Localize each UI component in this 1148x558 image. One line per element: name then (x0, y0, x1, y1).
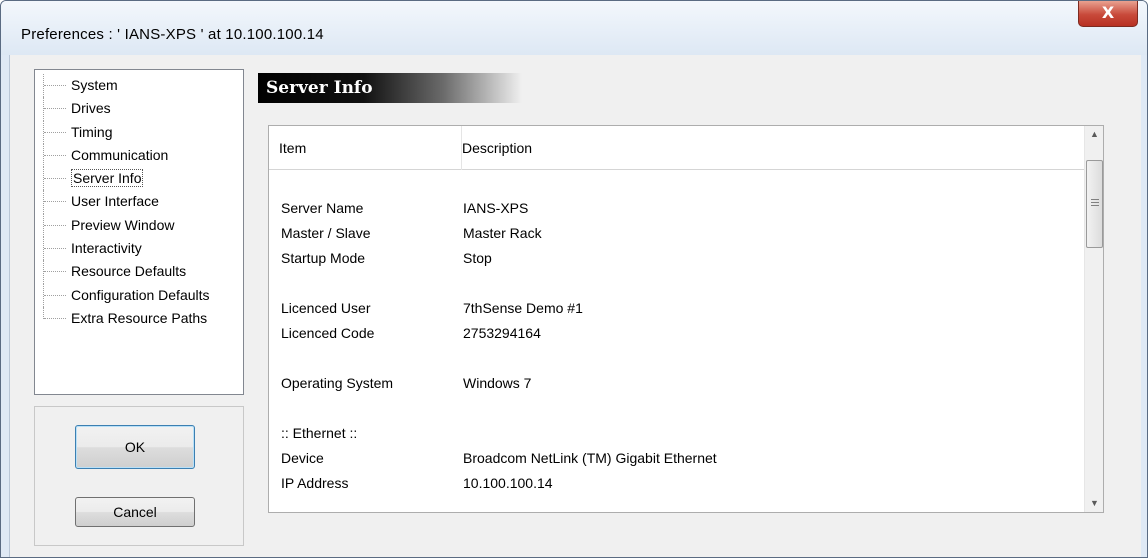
table-row[interactable] (269, 271, 1085, 296)
row-item: :: Ethernet :: (281, 425, 358, 441)
server-info-list[interactable]: Item Description Server Name IANS-XPS Mas… (268, 125, 1104, 513)
nav-item-timing[interactable]: Timing (35, 120, 243, 145)
row-description: IANS-XPS (463, 200, 529, 216)
row-item: Master / Slave (281, 225, 371, 241)
table-row[interactable]: :: Ethernet :: (269, 421, 1085, 446)
row-description: Master Rack (463, 225, 542, 241)
nav-item-server-info[interactable]: Server Info (35, 167, 243, 191)
list-body: Server Name IANS-XPS Master / Slave Master… (269, 196, 1085, 496)
ok-button[interactable]: OK (75, 425, 195, 469)
scroll-down-arrow-icon[interactable]: ▼ (1085, 495, 1103, 512)
preferences-window: Preferences : ' IANS-XPS ' at 10.100.100… (0, 0, 1148, 558)
nav-item-communication[interactable]: Communication (35, 143, 243, 168)
nav-item-drives[interactable]: Drives (35, 97, 243, 121)
table-row[interactable]: Master / Slave Master Rack (269, 221, 1085, 246)
nav-item-configuration-defaults[interactable]: Configuration Defaults (35, 283, 243, 308)
table-row[interactable]: Server Name IANS-XPS (269, 196, 1085, 221)
section-title: Server Info (266, 78, 373, 98)
row-description: 7thSense Demo #1 (463, 300, 583, 316)
row-description: Stop (463, 250, 492, 266)
close-button[interactable]: X (1078, 1, 1138, 27)
window-title: Preferences : ' IANS-XPS ' at 10.100.100… (21, 26, 324, 43)
row-description: 10.100.100.14 (463, 475, 553, 491)
nav-item-preview-window[interactable]: Preview Window (35, 213, 243, 238)
table-row[interactable]: Device Broadcom NetLink (TM) Gigabit Ethe… (269, 446, 1085, 471)
nav-item-interactivity[interactable]: Interactivity (35, 237, 243, 261)
button-group: OK Cancel (34, 406, 244, 546)
scroll-up-arrow-icon[interactable]: ▲ (1085, 126, 1103, 143)
row-item: Startup Mode (281, 250, 366, 266)
cancel-button[interactable]: Cancel (75, 497, 195, 527)
nav-item-extra-resource-paths[interactable]: Extra Resource Paths (35, 306, 243, 330)
row-item: Licenced Code (281, 325, 375, 341)
row-item: Operating System (281, 375, 394, 391)
vertical-scrollbar[interactable]: ▲ ▼ (1084, 126, 1103, 512)
table-row[interactable]: Operating System Windows 7 (269, 371, 1085, 396)
column-header-item[interactable]: Item (269, 126, 462, 170)
table-row[interactable] (269, 346, 1085, 371)
nav-item-system[interactable]: System (35, 74, 243, 98)
preferences-nav-tree: System Drives Timing Communication Serve… (34, 69, 244, 395)
row-description: Windows 7 (463, 375, 532, 391)
row-description: Broadcom NetLink (TM) Gigabit Ethernet (463, 450, 717, 466)
row-item: Device (281, 450, 324, 466)
grip-icon (1091, 199, 1099, 207)
close-icon: X (1101, 3, 1115, 22)
nav-item-user-interface[interactable]: User Interface (35, 190, 243, 215)
table-row[interactable]: Licenced Code 2753294164 (269, 321, 1085, 346)
column-header-description[interactable]: Description (462, 126, 1085, 170)
title-bar[interactable]: Preferences : ' IANS-XPS ' at 10.100.100… (1, 1, 1147, 55)
section-header: Server Info (258, 73, 522, 103)
nav-item-resource-defaults[interactable]: Resource Defaults (35, 260, 243, 284)
table-row[interactable]: Licenced User 7thSense Demo #1 (269, 296, 1085, 321)
table-row[interactable]: IP Address 10.100.100.14 (269, 471, 1085, 496)
row-item: IP Address (281, 475, 349, 491)
table-row[interactable]: Startup Mode Stop (269, 246, 1085, 271)
row-item: Licenced User (281, 300, 371, 316)
row-description: 2753294164 (463, 325, 541, 341)
table-row[interactable] (269, 396, 1085, 421)
list-header: Item Description (269, 126, 1085, 170)
row-item: Server Name (281, 200, 364, 216)
scrollbar-thumb[interactable] (1086, 160, 1103, 248)
dialog-client-area: System Drives Timing Communication Serve… (9, 55, 1141, 557)
